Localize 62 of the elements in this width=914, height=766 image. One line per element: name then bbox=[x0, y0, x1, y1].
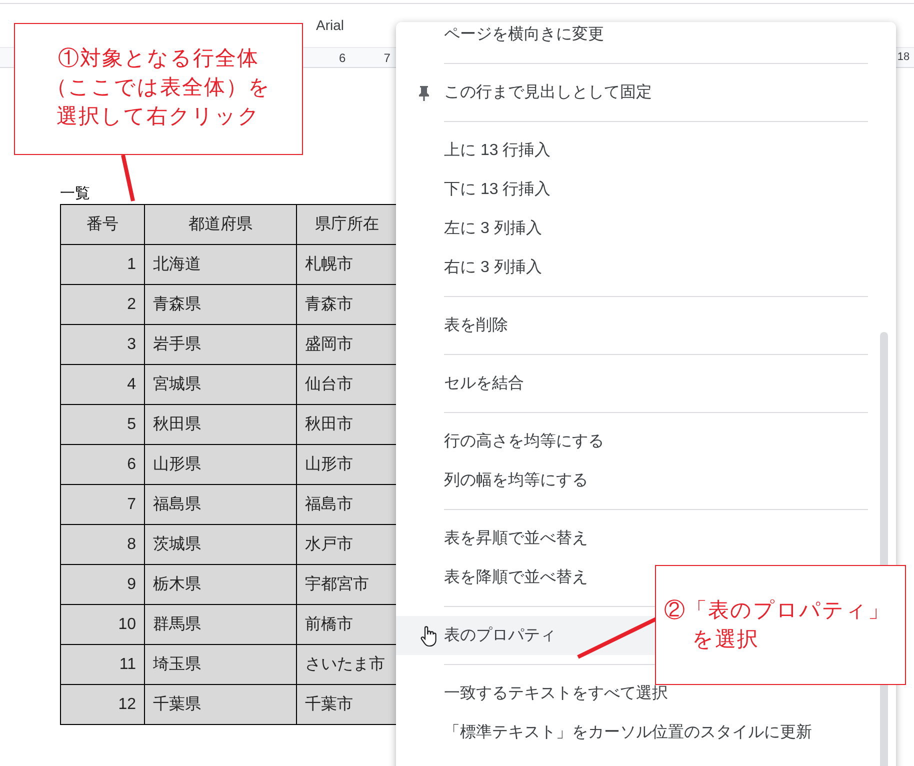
table-cell: 千葉市 bbox=[296, 684, 396, 724]
table-cell: 秋田県 bbox=[144, 404, 296, 444]
table-cell: 岩手県 bbox=[144, 324, 296, 364]
table-cell: 1 bbox=[60, 244, 144, 284]
table-cell: 前橋市 bbox=[296, 604, 396, 644]
table-cell: 福島県 bbox=[144, 484, 296, 524]
menu-item[interactable]: この行まで見出しとして固定 bbox=[396, 73, 896, 112]
table-header-cell: 県庁所在 bbox=[296, 204, 396, 244]
menu-item[interactable]: ページを横向きに変更 bbox=[396, 22, 896, 54]
font-name[interactable]: Arial bbox=[316, 15, 344, 36]
table-cell: 埼玉県 bbox=[144, 644, 296, 684]
table-header-cell: 都道府県 bbox=[144, 204, 296, 244]
table-cell: 山形県 bbox=[144, 444, 296, 484]
menu-item[interactable]: 右に 3 列挿入 bbox=[396, 248, 896, 287]
menu-item[interactable]: 列の幅を均等にする bbox=[396, 461, 896, 500]
callout-text: ①対象となる行全体 bbox=[58, 46, 259, 72]
ruler-number: 7 bbox=[384, 50, 390, 66]
table-cell: 10 bbox=[60, 604, 144, 644]
menu-item[interactable]: セルを結合 bbox=[396, 364, 896, 403]
table-cell: 5 bbox=[60, 404, 144, 444]
table-cell: さいたま市 bbox=[296, 644, 396, 684]
table-cell: 7 bbox=[60, 484, 144, 524]
hand-cursor-icon bbox=[420, 625, 438, 647]
pin-icon bbox=[418, 85, 430, 101]
table-cell: 盛岡市 bbox=[296, 324, 396, 364]
menu-item[interactable]: 左に 3 列挿入 bbox=[396, 209, 896, 248]
menu-item[interactable]: 下に 13 行挿入 bbox=[396, 170, 896, 209]
table-cell: 6 bbox=[60, 444, 144, 484]
menu-item[interactable]: 上に 13 行挿入 bbox=[396, 131, 896, 170]
menu-item[interactable]: 行の高さを均等にする bbox=[396, 422, 896, 461]
table-cell: 3 bbox=[60, 324, 144, 364]
table-cell: 宇都宮市 bbox=[296, 564, 396, 604]
table-cell: 11 bbox=[60, 644, 144, 684]
table-cell: 青森県 bbox=[144, 284, 296, 324]
table-cell: 2 bbox=[60, 284, 144, 324]
table-cell: 青森市 bbox=[296, 284, 396, 324]
table-cell: 秋田市 bbox=[296, 404, 396, 444]
callout-text: 選択して右クリック bbox=[56, 104, 260, 130]
table-cell: 群馬県 bbox=[144, 604, 296, 644]
table-cell: 仙台市 bbox=[296, 364, 396, 404]
table-cell: 北海道 bbox=[144, 244, 296, 284]
table-header-cell: 番号 bbox=[60, 204, 144, 244]
table-cell: 札幌市 bbox=[296, 244, 396, 284]
ruler-number: 6 bbox=[339, 50, 346, 66]
table-cell: 4 bbox=[60, 364, 144, 404]
table-cell: 9 bbox=[60, 564, 144, 604]
table-cell: 山形市 bbox=[296, 444, 396, 484]
table-cell: 8 bbox=[60, 524, 144, 564]
table-cell: 12 bbox=[60, 684, 144, 724]
callout-text: （ここでは表全体）を bbox=[46, 75, 271, 101]
ruler-number: 18 bbox=[897, 50, 910, 66]
table-cell: 千葉県 bbox=[144, 684, 296, 724]
table-cell: 福島市 bbox=[296, 484, 396, 524]
menu-item[interactable]: 「標準テキスト」をカーソル位置のスタイルに更新 bbox=[396, 713, 896, 752]
menu-item[interactable]: 表を削除 bbox=[396, 306, 896, 345]
table-cell: 栃木県 bbox=[144, 564, 296, 604]
callout-text: を選択 bbox=[691, 627, 760, 653]
menu-item[interactable]: 表を昇順で並べ替え bbox=[396, 519, 896, 558]
table-cell: 茨城県 bbox=[144, 524, 296, 564]
table-caption: 一覧 bbox=[60, 184, 90, 204]
table-cell: 宮城県 bbox=[144, 364, 296, 404]
table-cell: 水戸市 bbox=[296, 524, 396, 564]
